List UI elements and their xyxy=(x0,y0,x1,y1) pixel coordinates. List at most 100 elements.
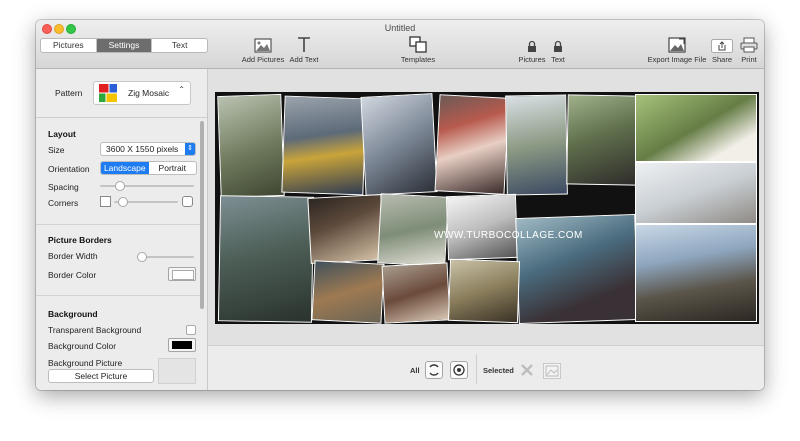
add-pictures-button[interactable]: Add Pictures xyxy=(240,35,286,64)
border-color-swatch xyxy=(172,270,194,280)
all-label: All xyxy=(410,366,420,375)
orientation-toggle: Landscape Portrait xyxy=(100,161,197,175)
collage-photo[interactable] xyxy=(307,194,385,264)
collage-photo[interactable] xyxy=(381,262,451,324)
add-picture-icon xyxy=(254,38,272,53)
background-header: Background xyxy=(48,309,98,319)
collage-photo[interactable] xyxy=(281,95,367,196)
corners-label: Corners xyxy=(48,198,79,208)
add-text-button[interactable]: Add Text xyxy=(286,35,322,64)
refresh-icon xyxy=(429,364,439,376)
orientation-landscape[interactable]: Landscape xyxy=(101,162,149,174)
replace-picture-button[interactable] xyxy=(543,363,561,379)
print-button[interactable]: Print xyxy=(737,35,761,64)
collage-photo[interactable] xyxy=(360,93,438,196)
app-window: Untitled Pictures Settings Text Add Pict… xyxy=(36,20,764,390)
tab-pictures[interactable]: Pictures xyxy=(41,39,97,52)
collage-photo[interactable] xyxy=(434,94,510,195)
spacing-label: Spacing xyxy=(48,182,79,192)
border-width-slider-knob[interactable] xyxy=(137,252,147,262)
share-icon xyxy=(711,39,733,53)
templates-icon xyxy=(409,36,427,53)
target-icon xyxy=(453,364,465,376)
lock-text-label: Text xyxy=(551,55,565,64)
add-text-label: Add Text xyxy=(289,55,319,64)
lock-text-button[interactable]: Text xyxy=(547,35,569,64)
collage-photo[interactable] xyxy=(217,93,285,199)
section-divider xyxy=(36,224,201,225)
lock-pictures-button[interactable]: Pictures xyxy=(517,35,547,64)
transparent-background-checkbox[interactable] xyxy=(186,325,196,335)
pattern-row: Pattern Zig Mosaic ⌃ xyxy=(36,69,207,118)
bottom-toolbar: All Selected xyxy=(208,345,764,390)
transparent-background-label: Transparent Background xyxy=(48,325,142,335)
collage-watermark: WWW.TURBOCOLLAGE.COM xyxy=(434,230,583,241)
square-corner-icon xyxy=(100,196,111,207)
export-image-label: Export Image File xyxy=(647,55,707,64)
tab-text[interactable]: Text xyxy=(152,39,207,52)
pattern-label: Pattern xyxy=(55,88,83,98)
section-divider xyxy=(36,295,201,296)
export-image-icon xyxy=(668,37,686,53)
remove-selected-button[interactable] xyxy=(520,363,534,377)
export-image-button[interactable]: Export Image File xyxy=(646,35,708,64)
templates-label: Templates xyxy=(400,55,436,64)
lock-icon xyxy=(554,40,562,52)
toolbar: Untitled Pictures Settings Text Add Pict… xyxy=(36,20,764,69)
picture-borders-header: Picture Borders xyxy=(48,235,112,245)
collage-photo[interactable] xyxy=(217,195,315,323)
collage-photo[interactable] xyxy=(505,94,568,196)
image-icon xyxy=(545,365,559,377)
updown-chevron-icon: ⇕ xyxy=(185,143,195,155)
orientation-portrait[interactable]: Portrait xyxy=(149,162,197,174)
pattern-thumbnail-icon xyxy=(99,84,117,102)
collage-photo[interactable] xyxy=(635,224,757,322)
window-title: Untitled xyxy=(384,23,416,33)
templates-button[interactable]: Templates xyxy=(398,35,438,64)
background-color-well[interactable] xyxy=(168,338,196,352)
spacing-slider-knob[interactable] xyxy=(115,181,125,191)
layout-header: Layout xyxy=(48,129,76,139)
settings-sidebar: Pattern Zig Mosaic ⌃ Layout Size 3600 X … xyxy=(36,69,208,390)
lock-pictures-label: Pictures xyxy=(518,55,546,64)
background-picture-preview xyxy=(158,358,196,384)
printer-icon xyxy=(740,37,758,53)
size-value: 3600 X 1550 pixels xyxy=(106,144,179,154)
border-width-label: Border Width xyxy=(48,251,98,261)
collage-photo[interactable] xyxy=(447,258,521,324)
collage-photo[interactable] xyxy=(635,162,757,224)
collage-photo[interactable] xyxy=(445,193,519,261)
pattern-select[interactable]: Zig Mosaic ⌃ xyxy=(93,81,191,105)
border-color-well[interactable] xyxy=(168,267,196,281)
updown-chevron-icon: ⌃ xyxy=(178,85,185,94)
collage-photo[interactable] xyxy=(566,94,640,186)
select-picture-button[interactable]: Select Picture xyxy=(48,369,154,383)
background-picture-label: Background Picture xyxy=(48,358,123,368)
rounded-corner-icon xyxy=(182,196,193,207)
border-width-slider[interactable] xyxy=(140,256,194,258)
orientation-label: Orientation xyxy=(48,164,90,174)
pattern-value: Zig Mosaic xyxy=(128,88,170,98)
tab-settings[interactable]: Settings xyxy=(96,39,153,52)
share-button[interactable]: Share xyxy=(709,35,735,64)
mode-tabs: Pictures Settings Text xyxy=(40,38,208,53)
sidebar-scrollbar[interactable] xyxy=(200,121,204,309)
size-label: Size xyxy=(48,145,65,155)
collage-canvas[interactable] xyxy=(215,92,759,325)
background-color-label: Background Color xyxy=(48,341,117,351)
collage-photo[interactable] xyxy=(635,94,757,162)
print-label: Print xyxy=(741,55,757,64)
shuffle-all-button[interactable] xyxy=(425,361,443,379)
rotate-all-button[interactable] xyxy=(450,361,468,379)
border-color-label: Border Color xyxy=(48,270,97,280)
collage-photo[interactable] xyxy=(311,260,385,324)
close-icon xyxy=(521,364,533,376)
size-select[interactable]: 3600 X 1550 pixels ⇕ xyxy=(100,142,196,156)
share-label: Share xyxy=(711,55,732,64)
text-icon xyxy=(298,37,310,52)
background-color-swatch xyxy=(172,341,192,349)
lock-icon xyxy=(528,40,536,52)
selected-label: Selected xyxy=(483,366,514,375)
add-pictures-label: Add Pictures xyxy=(241,55,285,64)
corners-slider-knob[interactable] xyxy=(118,197,128,207)
